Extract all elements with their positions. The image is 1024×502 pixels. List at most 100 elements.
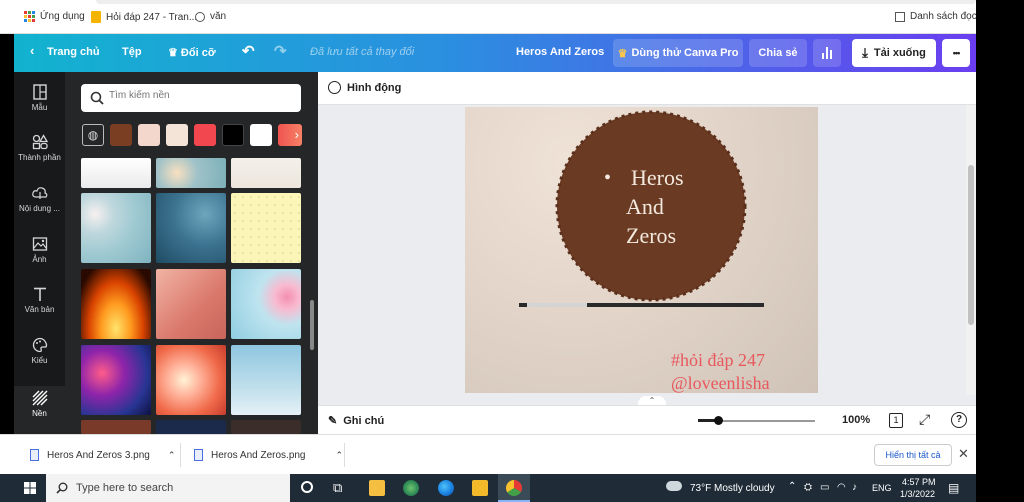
design-canvas[interactable]: • Heros And Zeros #hỏi đáp 247 @loveenli… — [465, 107, 818, 393]
maps-app-icon[interactable] — [403, 480, 419, 496]
chevron-up-icon[interactable]: ⌃ — [788, 481, 796, 492]
weather-cloud-icon — [666, 481, 682, 491]
color-swatch[interactable] — [138, 124, 160, 146]
document-title[interactable]: Heros And Zeros — [516, 46, 604, 58]
rail-item-templates[interactable]: Mẫu — [14, 84, 65, 112]
show-pages-button[interactable]: ⌃ — [638, 396, 666, 405]
panel-scrollbar[interactable] — [310, 300, 314, 350]
animate-button[interactable]: Hình động — [328, 81, 401, 94]
background-thumbnail[interactable] — [81, 158, 151, 188]
clock-time[interactable]: 4:57 PM — [902, 477, 936, 487]
background-thumbnail[interactable] — [231, 420, 301, 434]
insights-button[interactable] — [813, 39, 841, 67]
download-item[interactable]: Heros And Zeros.png ⌃ — [194, 449, 343, 461]
color-swatch[interactable] — [194, 124, 216, 146]
windows-start-icon[interactable] — [24, 482, 36, 494]
color-swatch[interactable] — [250, 124, 272, 146]
context-toolbar: Hình động — [318, 72, 976, 105]
scrollbar-thumb[interactable] — [968, 165, 974, 325]
reading-list-label: Danh sách đọc — [910, 11, 977, 22]
page-count-button[interactable]: 1 — [889, 413, 903, 428]
background-thumbnail[interactable] — [156, 269, 226, 339]
rail-item-elements[interactable]: Thành phần — [14, 134, 65, 162]
file-menu-button[interactable]: Tệp — [122, 46, 142, 58]
try-pro-button[interactable]: ♛ Dùng thử Canva Pro — [613, 39, 743, 67]
language-indicator[interactable]: ENG — [872, 483, 892, 493]
file-icon — [194, 449, 203, 461]
chrome-taskbar-button[interactable] — [498, 474, 530, 502]
edge-icon[interactable] — [438, 480, 454, 496]
background-thumbnail[interactable] — [231, 193, 301, 263]
address-bar-remnant — [96, 0, 976, 4]
redo-icon[interactable]: ↷ — [274, 42, 287, 60]
wifi-icon[interactable]: ◠ — [837, 482, 846, 493]
download-item[interactable]: Heros And Zeros 3.png ⌃ — [30, 449, 175, 461]
background-thumbnail[interactable] — [156, 420, 226, 434]
bookmark-apps[interactable]: Ứng dụng — [24, 11, 85, 22]
help-button[interactable]: ? — [951, 412, 967, 428]
background-thumbnail[interactable] — [231, 345, 301, 415]
color-swatch[interactable] — [222, 124, 244, 146]
fullscreen-icon[interactable]: ⤢ — [919, 411, 930, 428]
background-thumbnail[interactable] — [156, 193, 226, 263]
color-picker-button[interactable]: ◍ — [82, 124, 104, 146]
zoom-level[interactable]: 100% — [842, 414, 870, 426]
reading-list[interactable]: Danh sách đọc — [895, 11, 977, 22]
resize-button[interactable]: ♛ Đổi cỡ — [168, 46, 216, 59]
background-thumbnail[interactable] — [81, 345, 151, 415]
task-view-icon[interactable]: ⧉ — [333, 480, 342, 496]
more-options-button[interactable]: ••• — [942, 39, 970, 67]
notes-label: Ghi chú — [343, 414, 385, 427]
bookmark-van[interactable]: văn — [195, 11, 226, 22]
bookmark-apps-label: Ứng dụng — [40, 11, 85, 22]
photo-icon — [32, 237, 47, 251]
zoom-slider[interactable] — [698, 416, 815, 425]
download-filename: Heros And Zeros 3.png — [47, 449, 150, 461]
chevron-up-icon[interactable]: ⌃ — [336, 450, 344, 461]
background-thumbnail[interactable] — [156, 345, 226, 415]
volume-icon[interactable]: ♪ — [852, 482, 857, 493]
crown-icon: ♛ — [617, 47, 628, 60]
background-thumbnail[interactable] — [81, 420, 151, 434]
background-thumbnail[interactable] — [156, 158, 226, 188]
home-button[interactable]: Trang chủ — [47, 46, 100, 58]
bookmark-hoidap-label: Hỏi đáp 247 - Tran... — [106, 11, 198, 23]
background-thumbnail[interactable] — [231, 158, 301, 188]
show-all-button[interactable]: Hiển thị tất cả — [874, 444, 952, 466]
color-swatch[interactable] — [166, 124, 188, 146]
weather-text[interactable]: 73°F Mostly cloudy — [690, 483, 775, 494]
swatch-next-arrow[interactable]: › — [278, 124, 302, 146]
search-input[interactable] — [109, 90, 289, 101]
file-explorer-icon[interactable] — [369, 480, 385, 496]
chevron-left-icon[interactable]: ‹ — [30, 43, 34, 58]
canvas-scrollbar[interactable] — [966, 105, 976, 395]
color-swatch[interactable] — [110, 124, 132, 146]
background-thumbnail[interactable] — [231, 269, 301, 339]
battery-icon[interactable]: ▭ — [820, 482, 829, 493]
app-icon[interactable] — [472, 480, 488, 496]
close-icon[interactable]: ✕ — [958, 446, 969, 462]
bar-chart-icon — [822, 47, 832, 59]
cortana-icon[interactable] — [301, 481, 313, 493]
bookmark-hoidap[interactable]: Hỏi đáp 247 - Tran... — [91, 11, 197, 23]
rail-item-uploads[interactable]: Nội dung ... — [14, 185, 65, 213]
chevron-up-icon[interactable]: ⌃ — [168, 450, 176, 461]
rail-item-text[interactable]: Văn bản — [14, 286, 65, 314]
undo-icon[interactable]: ↶ — [242, 42, 255, 60]
bookmark-van-label: văn — [210, 11, 227, 22]
zoom-slider-handle[interactable] — [714, 416, 723, 425]
rail-item-photos[interactable]: Ảnh — [14, 236, 65, 264]
background-thumbnail[interactable] — [81, 193, 151, 263]
resize-label: Đổi cỡ — [180, 47, 216, 59]
search-box[interactable] — [81, 84, 301, 112]
tray-app-icon[interactable]: ⛭ — [804, 482, 812, 493]
notification-icon[interactable]: ▤ — [948, 481, 959, 495]
rail-item-background[interactable]: Nền — [14, 386, 65, 434]
notes-button[interactable]: ✎ Ghi chú — [328, 414, 385, 428]
background-thumbnail[interactable] — [81, 269, 151, 339]
download-button[interactable]: ⤓ Tải xuống — [852, 39, 936, 67]
clock-date[interactable]: 1/3/2022 — [900, 489, 935, 499]
taskbar-search[interactable]: Type here to search — [46, 474, 290, 502]
share-button[interactable]: Chia sẻ — [749, 39, 807, 67]
rail-item-styles[interactable]: Kiểu — [14, 337, 65, 365]
